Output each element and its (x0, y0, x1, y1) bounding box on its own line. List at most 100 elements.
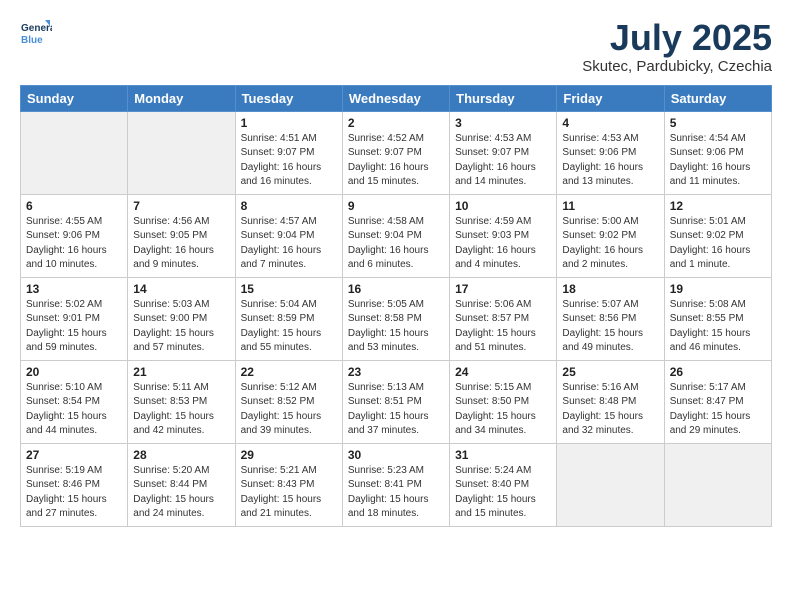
table-row: 25 Sunrise: 5:16 AM Sunset: 8:48 PM Dayl… (557, 360, 664, 443)
day-detail: Sunrise: 5:19 AM Sunset: 8:46 PM Dayligh… (26, 464, 122, 522)
table-row: 28 Sunrise: 5:20 AM Sunset: 8:44 PM Dayl… (128, 443, 235, 526)
day-number: 21 (133, 365, 229, 379)
day-detail: Sunrise: 5:17 AM Sunset: 8:47 PM Dayligh… (670, 381, 766, 439)
day-number: 17 (455, 282, 551, 296)
table-row: 5 Sunrise: 4:54 AM Sunset: 9:06 PM Dayli… (664, 111, 771, 194)
table-row (128, 111, 235, 194)
day-number: 12 (670, 199, 766, 213)
calendar-week-row: 27 Sunrise: 5:19 AM Sunset: 8:46 PM Dayl… (21, 443, 772, 526)
table-row: 13 Sunrise: 5:02 AM Sunset: 9:01 PM Dayl… (21, 277, 128, 360)
day-detail: Sunrise: 5:16 AM Sunset: 8:48 PM Dayligh… (562, 381, 658, 439)
day-detail: Sunrise: 4:59 AM Sunset: 9:03 PM Dayligh… (455, 215, 551, 273)
day-number: 18 (562, 282, 658, 296)
day-number: 22 (241, 365, 337, 379)
day-number: 16 (348, 282, 444, 296)
table-row: 18 Sunrise: 5:07 AM Sunset: 8:56 PM Dayl… (557, 277, 664, 360)
table-row: 11 Sunrise: 5:00 AM Sunset: 9:02 PM Dayl… (557, 194, 664, 277)
table-row: 31 Sunrise: 5:24 AM Sunset: 8:40 PM Dayl… (450, 443, 557, 526)
table-row: 29 Sunrise: 5:21 AM Sunset: 8:43 PM Dayl… (235, 443, 342, 526)
day-number: 26 (670, 365, 766, 379)
table-row: 4 Sunrise: 4:53 AM Sunset: 9:06 PM Dayli… (557, 111, 664, 194)
svg-text:Blue: Blue (21, 35, 43, 46)
day-number: 24 (455, 365, 551, 379)
header: General Blue July 2025 Skutec, Pardubick… (20, 18, 772, 75)
day-number: 23 (348, 365, 444, 379)
day-number: 5 (670, 116, 766, 130)
svg-text:General: General (21, 23, 52, 34)
main-title: July 2025 (582, 18, 772, 58)
table-row: 3 Sunrise: 4:53 AM Sunset: 9:07 PM Dayli… (450, 111, 557, 194)
day-number: 8 (241, 199, 337, 213)
day-detail: Sunrise: 4:54 AM Sunset: 9:06 PM Dayligh… (670, 132, 766, 190)
table-row: 17 Sunrise: 5:06 AM Sunset: 8:57 PM Dayl… (450, 277, 557, 360)
table-row: 1 Sunrise: 4:51 AM Sunset: 9:07 PM Dayli… (235, 111, 342, 194)
day-detail: Sunrise: 5:02 AM Sunset: 9:01 PM Dayligh… (26, 298, 122, 356)
day-detail: Sunrise: 5:24 AM Sunset: 8:40 PM Dayligh… (455, 464, 551, 522)
col-saturday: Saturday (664, 85, 771, 111)
day-number: 15 (241, 282, 337, 296)
table-row: 7 Sunrise: 4:56 AM Sunset: 9:05 PM Dayli… (128, 194, 235, 277)
day-number: 6 (26, 199, 122, 213)
day-number: 7 (133, 199, 229, 213)
col-monday: Monday (128, 85, 235, 111)
col-tuesday: Tuesday (235, 85, 342, 111)
table-row: 20 Sunrise: 5:10 AM Sunset: 8:54 PM Dayl… (21, 360, 128, 443)
col-wednesday: Wednesday (342, 85, 449, 111)
day-detail: Sunrise: 5:06 AM Sunset: 8:57 PM Dayligh… (455, 298, 551, 356)
calendar-week-row: 13 Sunrise: 5:02 AM Sunset: 9:01 PM Dayl… (21, 277, 772, 360)
day-detail: Sunrise: 5:12 AM Sunset: 8:52 PM Dayligh… (241, 381, 337, 439)
day-detail: Sunrise: 5:10 AM Sunset: 8:54 PM Dayligh… (26, 381, 122, 439)
table-row (664, 443, 771, 526)
day-detail: Sunrise: 5:01 AM Sunset: 9:02 PM Dayligh… (670, 215, 766, 273)
day-detail: Sunrise: 4:52 AM Sunset: 9:07 PM Dayligh… (348, 132, 444, 190)
col-friday: Friday (557, 85, 664, 111)
calendar-header-row: Sunday Monday Tuesday Wednesday Thursday… (21, 85, 772, 111)
logo: General Blue (20, 18, 52, 50)
day-detail: Sunrise: 4:57 AM Sunset: 9:04 PM Dayligh… (241, 215, 337, 273)
day-detail: Sunrise: 4:51 AM Sunset: 9:07 PM Dayligh… (241, 132, 337, 190)
table-row: 22 Sunrise: 5:12 AM Sunset: 8:52 PM Dayl… (235, 360, 342, 443)
day-detail: Sunrise: 5:15 AM Sunset: 8:50 PM Dayligh… (455, 381, 551, 439)
day-detail: Sunrise: 5:21 AM Sunset: 8:43 PM Dayligh… (241, 464, 337, 522)
table-row: 16 Sunrise: 5:05 AM Sunset: 8:58 PM Dayl… (342, 277, 449, 360)
day-number: 2 (348, 116, 444, 130)
day-detail: Sunrise: 5:04 AM Sunset: 8:59 PM Dayligh… (241, 298, 337, 356)
calendar-week-row: 20 Sunrise: 5:10 AM Sunset: 8:54 PM Dayl… (21, 360, 772, 443)
day-number: 19 (670, 282, 766, 296)
table-row: 14 Sunrise: 5:03 AM Sunset: 9:00 PM Dayl… (128, 277, 235, 360)
calendar-week-row: 1 Sunrise: 4:51 AM Sunset: 9:07 PM Dayli… (21, 111, 772, 194)
day-number: 9 (348, 199, 444, 213)
day-number: 11 (562, 199, 658, 213)
table-row: 2 Sunrise: 4:52 AM Sunset: 9:07 PM Dayli… (342, 111, 449, 194)
title-area: July 2025 Skutec, Pardubicky, Czechia (582, 18, 772, 75)
day-detail: Sunrise: 5:07 AM Sunset: 8:56 PM Dayligh… (562, 298, 658, 356)
day-number: 29 (241, 448, 337, 462)
day-number: 31 (455, 448, 551, 462)
day-detail: Sunrise: 5:20 AM Sunset: 8:44 PM Dayligh… (133, 464, 229, 522)
day-number: 14 (133, 282, 229, 296)
table-row: 23 Sunrise: 5:13 AM Sunset: 8:51 PM Dayl… (342, 360, 449, 443)
day-detail: Sunrise: 5:05 AM Sunset: 8:58 PM Dayligh… (348, 298, 444, 356)
day-detail: Sunrise: 4:53 AM Sunset: 9:06 PM Dayligh… (562, 132, 658, 190)
table-row (21, 111, 128, 194)
day-number: 1 (241, 116, 337, 130)
day-detail: Sunrise: 5:08 AM Sunset: 8:55 PM Dayligh… (670, 298, 766, 356)
day-detail: Sunrise: 4:58 AM Sunset: 9:04 PM Dayligh… (348, 215, 444, 273)
calendar-table: Sunday Monday Tuesday Wednesday Thursday… (20, 85, 772, 527)
table-row: 21 Sunrise: 5:11 AM Sunset: 8:53 PM Dayl… (128, 360, 235, 443)
logo-svg: General Blue (20, 18, 52, 50)
day-number: 3 (455, 116, 551, 130)
page: General Blue July 2025 Skutec, Pardubick… (0, 0, 792, 612)
day-detail: Sunrise: 5:23 AM Sunset: 8:41 PM Dayligh… (348, 464, 444, 522)
table-row (557, 443, 664, 526)
day-number: 10 (455, 199, 551, 213)
day-detail: Sunrise: 5:11 AM Sunset: 8:53 PM Dayligh… (133, 381, 229, 439)
table-row: 19 Sunrise: 5:08 AM Sunset: 8:55 PM Dayl… (664, 277, 771, 360)
table-row: 10 Sunrise: 4:59 AM Sunset: 9:03 PM Dayl… (450, 194, 557, 277)
calendar-week-row: 6 Sunrise: 4:55 AM Sunset: 9:06 PM Dayli… (21, 194, 772, 277)
day-number: 4 (562, 116, 658, 130)
day-detail: Sunrise: 5:03 AM Sunset: 9:00 PM Dayligh… (133, 298, 229, 356)
table-row: 15 Sunrise: 5:04 AM Sunset: 8:59 PM Dayl… (235, 277, 342, 360)
day-detail: Sunrise: 5:00 AM Sunset: 9:02 PM Dayligh… (562, 215, 658, 273)
day-detail: Sunrise: 4:55 AM Sunset: 9:06 PM Dayligh… (26, 215, 122, 273)
